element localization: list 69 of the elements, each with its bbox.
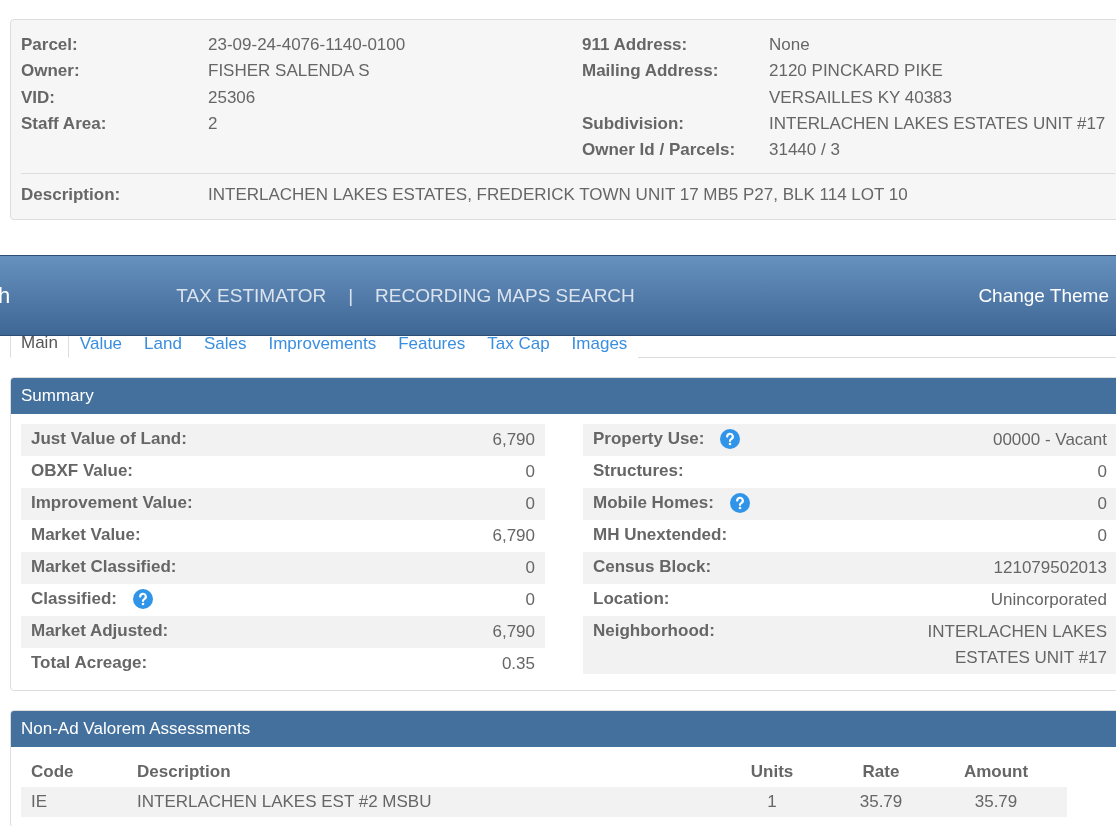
field-label: Owner Id / Parcels: [582, 139, 737, 162]
panel-title: Summary [11, 377, 1116, 414]
summary-label: OBXF Value: [31, 459, 134, 482]
change-theme-link[interactable]: Change Theme [978, 284, 1109, 307]
field-label: VID: [21, 86, 56, 109]
summary-label: Market Value: [31, 523, 141, 546]
summary-label: Census Block: [593, 555, 712, 578]
summary-label: Improvement Value: [31, 491, 193, 514]
column-header: Rate [861, 760, 901, 783]
field-label: Description: [21, 184, 122, 207]
summary-value: 00000 - Vacant [992, 428, 1107, 451]
help-icon[interactable] [133, 589, 153, 609]
summary-label: Classified: [31, 587, 117, 610]
summary-label: MH Unextended: [593, 523, 728, 546]
field-label: Mailing Address: [582, 60, 720, 83]
summary-value: 0 [1097, 524, 1107, 547]
field-label: Staff Area: [21, 112, 108, 135]
summary-value: INTERLACHEN LAKES ESTATES UNIT #17 [926, 620, 1107, 669]
nav-link[interactable]: RECORDING MAPS SEARCH [375, 284, 635, 307]
summary-value: 6,790 [492, 524, 535, 547]
field-value: None [769, 35, 810, 54]
table-cell-text: INTERLACHEN LAKES EST #2 MSBU [137, 790, 433, 813]
field-value: 2 [208, 113, 218, 133]
table-cell-text: 35.79 [973, 790, 1019, 813]
field-value: 31440 / 3 [769, 140, 840, 160]
column-header: Amount [962, 760, 1030, 783]
field-value: INTERLACHEN LAKES ESTATES UNIT #17 [769, 113, 1106, 133]
help-icon[interactable] [729, 493, 750, 513]
field-value: 25306 [208, 87, 256, 107]
summary-label: Property Use: [593, 427, 705, 450]
field-label: Owner: [21, 60, 81, 83]
table-cell-text: 35.79 [858, 790, 904, 813]
field-value: 2120 PINCKARD PIKE [769, 61, 943, 81]
table-cell-text: 1 [766, 790, 778, 813]
column-header: Description [137, 760, 232, 783]
summary-label: Just Value of Land: [31, 427, 187, 450]
summary-label: Structures: [593, 459, 684, 482]
column-header: Code [31, 760, 75, 783]
summary-value: 0 [525, 556, 535, 579]
summary-label: Total Acreage: [31, 651, 148, 674]
summary-value: 0 [525, 460, 535, 483]
summary-value: 0.35 [501, 652, 535, 675]
field-value: FISHER SALENDA S [208, 61, 370, 81]
brand-text[interactable]: h [0, 282, 11, 309]
summary-label: Mobile Homes: [593, 491, 714, 514]
summary-value: Unincorporated [990, 588, 1107, 611]
nav-separator: | [348, 284, 354, 307]
column-header: Units [749, 760, 795, 783]
summary-label: Neighborhood: [593, 619, 715, 642]
summary-value: 0 [1097, 492, 1107, 515]
table-cell-text: IE [31, 790, 49, 813]
summary-value: 6,790 [492, 428, 535, 451]
summary-label: Market Classified: [31, 555, 177, 578]
summary-value: 0 [525, 588, 535, 611]
field-value: VERSAILLES KY 40383 [769, 87, 953, 107]
field-label: Parcel: [21, 34, 79, 56]
field-label: Subdivision: [582, 112, 685, 135]
field-label: 911 Address: [582, 34, 689, 56]
summary-value: 121079502013 [993, 556, 1107, 579]
summary-label: Market Adjusted: [31, 619, 169, 642]
panel-title: Non-Ad Valorem Assessments [11, 710, 1116, 747]
summary-value: 0 [1097, 460, 1107, 483]
summary-value: 6,790 [492, 620, 535, 643]
summary-value: 0 [525, 492, 535, 515]
field-value: INTERLACHEN LAKES ESTATES, FREDERICK TOWN UNIT 17 MB5 P27, BLK 114 LOT 10 [208, 184, 909, 207]
nav-link[interactable]: TAX ESTIMATOR [176, 284, 327, 307]
help-icon[interactable] [720, 429, 741, 449]
field-value: 23-09-24-4076-1140-0100 [208, 35, 406, 54]
summary-label: Location: [593, 587, 670, 610]
